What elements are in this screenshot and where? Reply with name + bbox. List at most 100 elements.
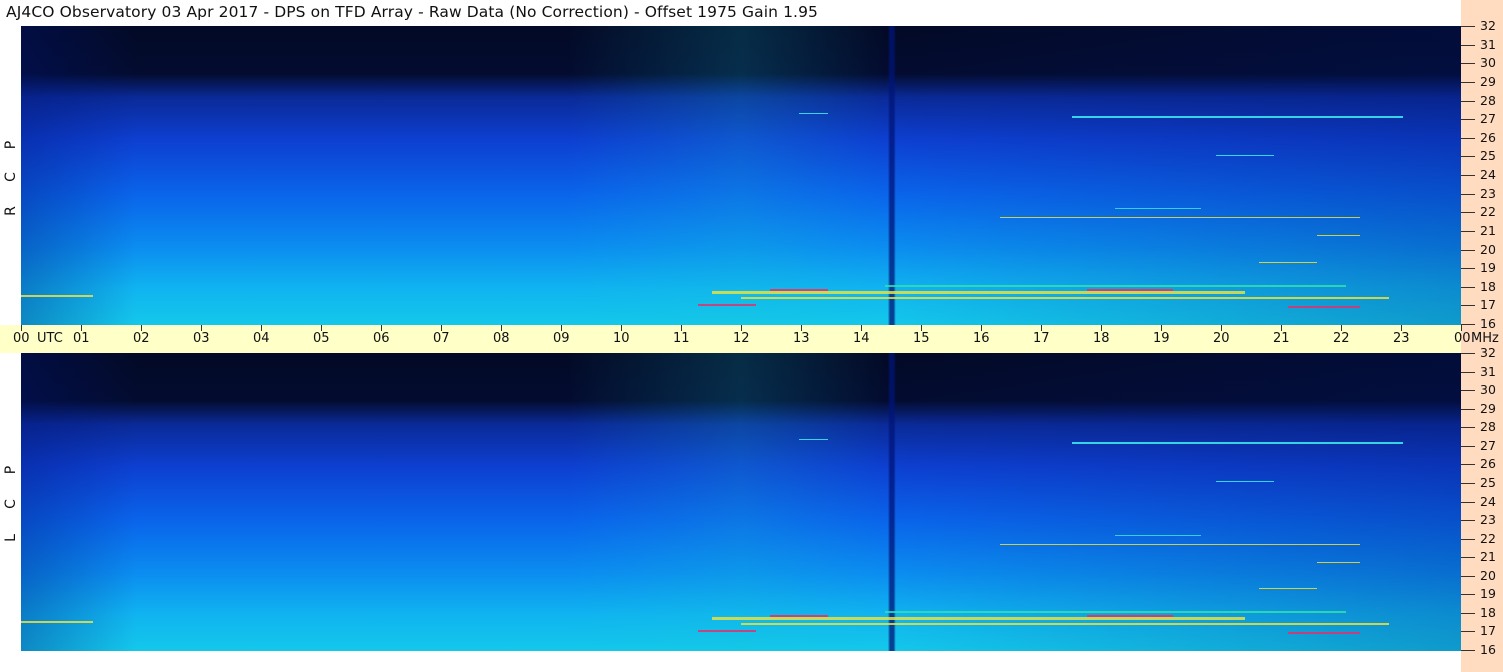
frequency-tick-label: 26: [1480, 130, 1496, 145]
frequency-tick-label: 18: [1480, 279, 1496, 294]
frequency-tick-label: 21: [1480, 223, 1496, 238]
frequency-tick: [1461, 446, 1475, 447]
emission-streak: [799, 113, 828, 114]
emission-streak: [1288, 306, 1360, 308]
time-tick-label: 04: [253, 331, 270, 346]
frequency-tick: [1461, 409, 1475, 410]
emission-streak: [698, 630, 756, 632]
frequency-tick: [1461, 427, 1475, 428]
lcp-letter-1: P: [3, 465, 19, 475]
frequency-tick: [1461, 520, 1475, 521]
frequency-tick-label: 17: [1480, 297, 1496, 312]
frequency-tick-label: 21: [1480, 549, 1496, 564]
emission-streak: [1087, 615, 1173, 617]
emission-streak: [741, 297, 1389, 299]
frequency-tick-label: 22: [1480, 531, 1496, 546]
frequency-tick-label: 17: [1480, 623, 1496, 638]
emission-streak: [1072, 116, 1403, 118]
emission-streak: [1115, 208, 1201, 209]
emission-streak: [1288, 632, 1360, 634]
time-axis-bar: [0, 325, 1461, 353]
emission-streak: [698, 304, 756, 306]
time-tick-label: 01: [73, 331, 90, 346]
time-tick-label: 10: [613, 331, 630, 346]
frequency-tick: [1461, 324, 1475, 325]
time-tick-label: 03: [193, 331, 210, 346]
frequency-tick: [1461, 63, 1475, 64]
emission-streak: [1317, 235, 1360, 236]
frequency-tick: [1461, 353, 1475, 354]
frequency-tick: [1461, 650, 1475, 651]
frequency-tick: [1461, 156, 1475, 157]
frequency-tick-label: 24: [1480, 494, 1496, 509]
emission-streak: [1259, 588, 1317, 589]
frequency-tick: [1461, 576, 1475, 577]
frequency-tick-label: 16: [1480, 316, 1496, 331]
time-tick-label: 21: [1273, 331, 1290, 346]
frequency-tick-label: 19: [1480, 260, 1496, 275]
frequency-tick: [1461, 101, 1475, 102]
frequency-tick: [1461, 82, 1475, 83]
frequency-tick: [1461, 26, 1475, 27]
time-tick-label: 09: [553, 331, 570, 346]
emission-streak: [21, 621, 93, 623]
emission-streak: [1115, 535, 1201, 536]
emission-streak: [1072, 442, 1403, 444]
frequency-tick: [1461, 305, 1475, 306]
lcp-letter-3: L: [3, 534, 19, 542]
time-unit-label: UTC: [37, 331, 63, 346]
frequency-tick: [1461, 539, 1475, 540]
frequency-tick-label: 18: [1480, 605, 1496, 620]
frequency-tick: [1461, 250, 1475, 251]
time-tick-label: 17: [1033, 331, 1050, 346]
frequency-tick: [1461, 557, 1475, 558]
emission-streak: [770, 615, 828, 617]
time-tick-label: 00: [1454, 331, 1471, 346]
chart-title: AJ4CO Observatory 03 Apr 2017 - DPS on T…: [6, 3, 819, 21]
frequency-tick-label: 29: [1480, 74, 1496, 89]
frequency-tick-label: 16: [1480, 642, 1496, 657]
emission-streak: [1216, 481, 1274, 482]
frequency-tick: [1461, 119, 1475, 120]
frequency-tick-label: 23: [1480, 512, 1496, 527]
frequency-tick: [1461, 502, 1475, 503]
emission-streak: [712, 291, 1245, 294]
frequency-tick-label: 24: [1480, 167, 1496, 182]
time-tick-label: 14: [853, 331, 870, 346]
frequency-tick: [1461, 594, 1475, 595]
lcp-spectrogram-panel: [21, 353, 1461, 651]
time-tick-label: 20: [1213, 331, 1230, 346]
frequency-tick: [1461, 194, 1475, 195]
frequency-tick-label: 22: [1480, 204, 1496, 219]
emission-streak: [770, 289, 828, 291]
frequency-tick-label: 31: [1480, 364, 1496, 379]
frequency-tick-label: 23: [1480, 186, 1496, 201]
frequency-tick-label: 25: [1480, 475, 1496, 490]
frequency-tick-label: 32: [1480, 345, 1496, 360]
time-tick-label: 19: [1153, 331, 1170, 346]
time-tick-label: 22: [1333, 331, 1350, 346]
time-tick-label: 06: [373, 331, 390, 346]
emission-streak: [1216, 155, 1274, 156]
frequency-tick-label: 32: [1480, 18, 1496, 33]
frequency-tick-label: 30: [1480, 55, 1496, 70]
time-tick-label: 18: [1093, 331, 1110, 346]
frequency-tick: [1461, 483, 1475, 484]
frequency-tick-label: 27: [1480, 111, 1496, 126]
frequency-tick: [1461, 287, 1475, 288]
emission-streak: [1000, 544, 1360, 545]
emission-streak: [885, 611, 1346, 613]
frequency-tick-label: 25: [1480, 148, 1496, 163]
time-tick-label: 23: [1393, 331, 1410, 346]
frequency-tick: [1461, 138, 1475, 139]
frequency-unit-label: MHz: [1471, 331, 1499, 346]
frequency-tick-label: 29: [1480, 401, 1496, 416]
frequency-tick-label: 28: [1480, 419, 1496, 434]
time-tick-label: 16: [973, 331, 990, 346]
emission-streak: [741, 623, 1389, 625]
emission-streak: [799, 439, 828, 440]
frequency-tick-label: 20: [1480, 242, 1496, 257]
time-tick-label: 00: [13, 331, 30, 346]
frequency-tick-label: 19: [1480, 586, 1496, 601]
frequency-tick: [1461, 464, 1475, 465]
